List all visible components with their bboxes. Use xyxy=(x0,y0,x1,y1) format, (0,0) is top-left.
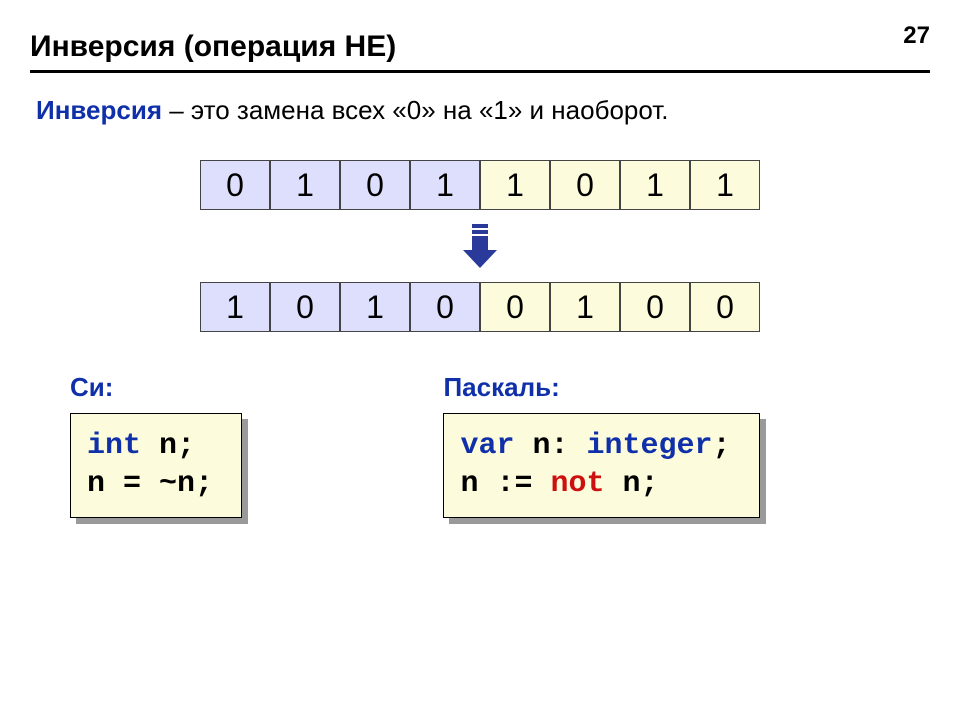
definition-term: Инверсия xyxy=(36,95,162,125)
slide-title: Инверсия (операция НЕ) xyxy=(30,30,930,64)
code-text: n = ~n; xyxy=(87,467,213,501)
bit-cell: 1 xyxy=(550,282,620,332)
bit-row-top: 0 1 0 1 1 0 1 1 xyxy=(0,160,960,210)
code-content-c: int n; n = ~n; xyxy=(70,413,242,518)
bit-cell: 1 xyxy=(480,160,550,210)
definition: Инверсия – это замена всех «0» на «1» и … xyxy=(0,95,960,126)
bit-cell: 0 xyxy=(550,160,620,210)
bit-cell: 0 xyxy=(480,282,550,332)
bit-cell: 0 xyxy=(340,160,410,210)
code-box-pascal: var n: integer; n := not n; xyxy=(443,413,759,518)
code-text: n; xyxy=(141,429,195,463)
code-text: n; xyxy=(605,467,659,501)
code-section: Си: int n; n = ~n; Паскаль: var n: integ… xyxy=(0,332,960,518)
bit-cell: 1 xyxy=(200,282,270,332)
code-keyword: int xyxy=(87,429,141,463)
code-keyword: integer xyxy=(587,429,713,463)
code-text: n := xyxy=(460,467,550,501)
code-text: n: xyxy=(515,429,587,463)
code-box-c: int n; n = ~n; xyxy=(70,413,242,518)
bit-cell: 0 xyxy=(690,282,760,332)
code-col-c: Си: int n; n = ~n; xyxy=(70,372,413,518)
bit-row-bottom: 1 0 1 0 0 1 0 0 xyxy=(0,282,960,332)
bit-cell: 1 xyxy=(340,282,410,332)
bit-cell: 0 xyxy=(270,282,340,332)
arrow-wrap xyxy=(0,224,960,268)
code-content-pascal: var n: integer; n := not n; xyxy=(443,413,759,518)
page-number: 27 xyxy=(903,22,930,50)
down-arrow-icon xyxy=(461,224,499,268)
code-keyword: var xyxy=(460,429,514,463)
bit-cell: 0 xyxy=(620,282,690,332)
bit-cell: 1 xyxy=(410,160,480,210)
definition-text: – это замена всех «0» на «1» и наоборот. xyxy=(162,95,669,125)
bit-cell: 0 xyxy=(410,282,480,332)
code-text: ; xyxy=(713,429,731,463)
code-col-pascal: Паскаль: var n: integer; n := not n; xyxy=(443,372,890,518)
bit-cell: 0 xyxy=(200,160,270,210)
label-c: Си: xyxy=(70,372,413,403)
code-keyword: not xyxy=(551,467,605,501)
title-rule xyxy=(30,70,930,73)
bit-cell: 1 xyxy=(620,160,690,210)
label-pascal: Паскаль: xyxy=(443,372,890,403)
bit-cell: 1 xyxy=(690,160,760,210)
bit-cell: 1 xyxy=(270,160,340,210)
title-block: Инверсия (операция НЕ) xyxy=(0,0,960,73)
